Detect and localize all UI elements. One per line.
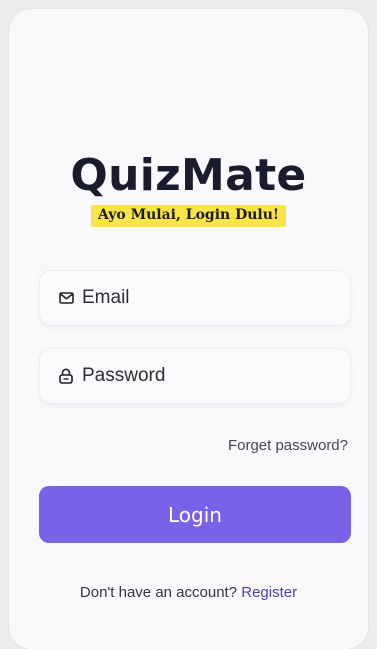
register-link[interactable]: Register (241, 584, 297, 601)
app-logo: QuizMate (70, 150, 307, 201)
mail-icon (58, 290, 74, 306)
forget-password-link[interactable]: Forget password? (228, 437, 348, 454)
lock-icon (58, 368, 74, 384)
email-input[interactable] (82, 287, 342, 309)
tagline-highlight: Ayo Mulai, Login Dulu! (90, 205, 287, 227)
password-input[interactable] (82, 365, 342, 387)
login-screen: QuizMate Ayo Mulai, Login Dulu! Forget p… (9, 9, 368, 649)
register-prompt-text: Don't have an account? (79, 584, 238, 601)
login-button[interactable]: Login (39, 486, 351, 543)
email-field[interactable] (39, 270, 351, 326)
register-prompt: Don't have an account? Register (9, 584, 368, 601)
tagline-container: Ayo Mulai, Login Dulu! (9, 205, 368, 227)
password-field[interactable] (39, 348, 351, 404)
